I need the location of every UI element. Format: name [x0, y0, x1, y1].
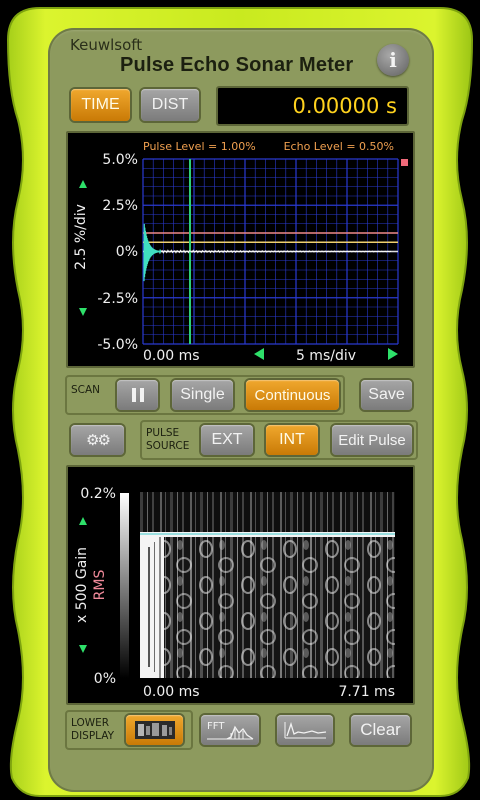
fft-label: FFT: [207, 721, 225, 732]
y-scale-down-icon[interactable]: [79, 308, 87, 316]
x-scale-left-icon[interactable]: [254, 348, 264, 360]
ext-source-button[interactable]: EXT: [201, 425, 253, 455]
gain-down-icon[interactable]: [79, 645, 87, 653]
lower-x-end-label: 7.71 ms: [338, 684, 395, 700]
edit-pulse-button[interactable]: Edit Pulse: [332, 425, 412, 455]
y-unit-label: 2.5 %/div: [73, 204, 89, 270]
pulse-source-label-line1: PULSE: [146, 427, 180, 439]
save-button[interactable]: Save: [361, 380, 412, 410]
pulse-level-label: Pulse Level = 1.00%: [143, 140, 256, 153]
lower-display-label-line2: DISPLAY: [71, 730, 115, 742]
upper-grid: [142, 158, 399, 345]
gain-label: x 500 Gain: [74, 547, 90, 623]
color-marker[interactable]: [401, 159, 408, 166]
dist-mode-button[interactable]: DIST: [141, 89, 199, 121]
single-scan-button[interactable]: Single: [172, 380, 233, 410]
y-tick-label: 5.0%: [102, 152, 138, 168]
waveform-icon: [284, 721, 327, 739]
y-tick-label: 0%: [116, 244, 138, 260]
y-tick-label: -5.0%: [97, 337, 138, 353]
spectrogram-view-button[interactable]: [126, 715, 183, 745]
spectrogram-icon: [134, 721, 175, 739]
pause-icon: [131, 388, 144, 402]
echo-level-label: Echo Level = 0.50%: [284, 140, 394, 153]
fft-icon: FFT: [207, 721, 254, 740]
continuous-scan-button[interactable]: Continuous: [246, 380, 339, 410]
gain-up-icon[interactable]: [79, 517, 87, 525]
clear-button[interactable]: Clear: [351, 715, 410, 745]
pulse-source-label-line2: SOURCE: [146, 440, 190, 452]
rms-label: RMS: [92, 570, 108, 601]
info-button[interactable]: i: [377, 44, 409, 76]
y-scale-up-icon[interactable]: [79, 180, 87, 188]
x-scale-right-icon[interactable]: [388, 348, 398, 360]
y-tick-label: 2.5%: [102, 198, 138, 214]
info-icon: i: [389, 48, 397, 72]
upper-scope-canvas[interactable]: Pulse Level = 1.00% Echo Level = 0.50% 5…: [68, 133, 413, 366]
echo-spectrogram: [140, 492, 395, 678]
app-title: Pulse Echo Sonar Meter: [120, 54, 354, 76]
lower-scope-canvas[interactable]: 0.2% 0% x 500 Gain RMS 0.00 ms 7.71 ms: [68, 467, 413, 703]
waveform-view-button[interactable]: [277, 715, 333, 745]
lower-scope[interactable]: 0.2% 0% x 500 Gain RMS 0.00 ms 7.71 ms: [66, 465, 415, 705]
x-start-label: 0.00 ms: [143, 348, 200, 364]
rms-scale-bar: [120, 493, 129, 678]
pause-button[interactable]: [117, 380, 158, 410]
lower-display-label-line1: LOWER: [71, 717, 110, 729]
time-readout: 0.00000 s: [216, 86, 409, 126]
time-mode-button[interactable]: TIME: [71, 89, 130, 121]
fft-view-button[interactable]: FFT: [201, 715, 259, 745]
gear-icon: ⚙⚙: [86, 432, 111, 449]
rms-bottom-label: 0%: [94, 671, 116, 687]
upper-scope[interactable]: Pulse Level = 1.00% Echo Level = 0.50% 5…: [66, 131, 415, 368]
brand-name: Keuwlsoft: [70, 36, 143, 54]
int-source-button[interactable]: INT: [266, 425, 318, 455]
scan-label: SCAN: [71, 384, 101, 396]
settings-button[interactable]: ⚙⚙: [71, 425, 124, 455]
y-tick-label: -2.5%: [97, 291, 138, 307]
lower-x-start-label: 0.00 ms: [143, 684, 200, 700]
x-div-label: 5 ms/div: [296, 348, 356, 364]
rms-top-label: 0.2%: [80, 486, 116, 502]
